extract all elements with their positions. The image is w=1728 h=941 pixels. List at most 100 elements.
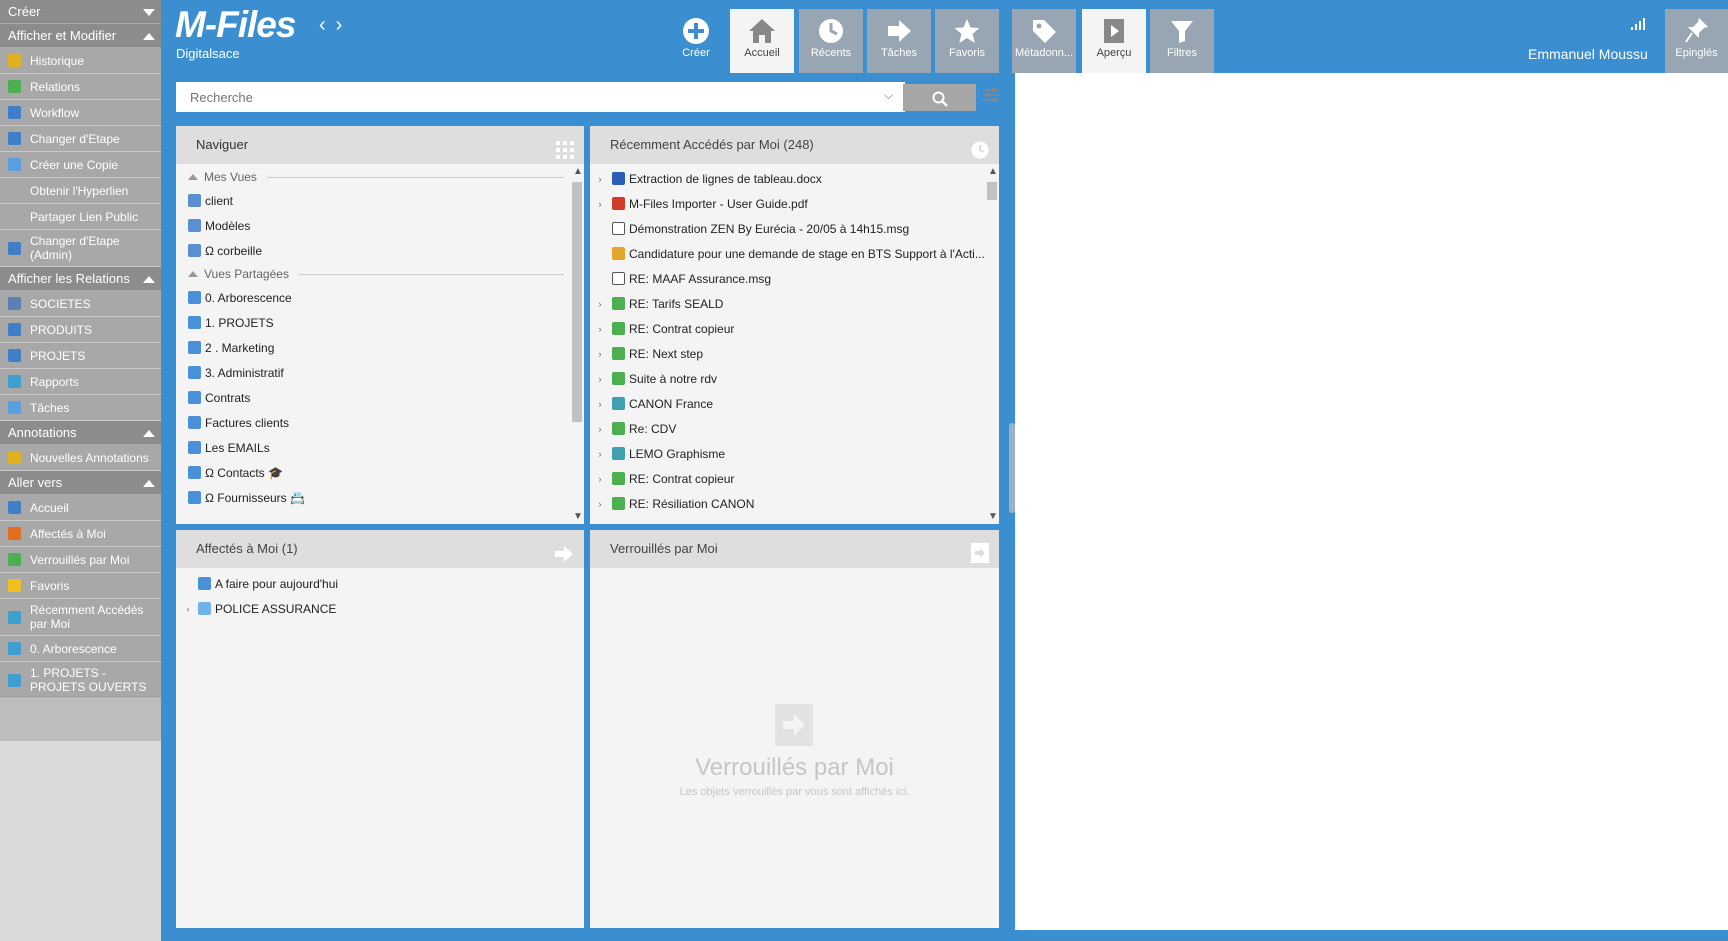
sidebar-section-header[interactable]: Afficher et Modifier <box>0 24 161 48</box>
sidebar-item-label: Obtenir l'Hyperlien <box>30 183 129 198</box>
view-item[interactable]: 0. Arborescence <box>176 285 584 310</box>
scrollbar-thumb[interactable] <box>572 182 582 422</box>
view-item[interactable]: Les EMAILs <box>176 435 584 460</box>
expand-chevron-icon[interactable]: › <box>594 199 606 209</box>
sidebar-item[interactable]: Nouvelles Annotations <box>0 445 161 471</box>
sidebar-section-header[interactable]: Annotations <box>0 421 161 445</box>
sidebar-item[interactable]: Accueil <box>0 495 161 521</box>
recent-item[interactable]: › RE: Next step <box>590 341 999 366</box>
recent-item[interactable]: › CANON France <box>590 391 999 416</box>
pinned-button[interactable]: Epinglés <box>1665 9 1728 73</box>
arrow-right-icon[interactable] <box>554 540 574 578</box>
tab-filters[interactable]: Filtres <box>1150 9 1214 73</box>
sidebar-item[interactable]: Récemment Accédés par Moi <box>0 599 161 636</box>
sidebar-item[interactable]: 0. Arborescence <box>0 636 161 662</box>
recent-item[interactable]: › RE: Tarifs SEALD <box>590 291 999 316</box>
view-item[interactable]: Contrats <box>176 385 584 410</box>
sidebar-item[interactable]: Créer une Copie <box>0 152 161 178</box>
expand-chevron-icon[interactable]: › <box>594 424 606 434</box>
user-name[interactable]: Emmanuel Moussu <box>1528 46 1648 62</box>
sidebar-item[interactable]: Historique <box>0 48 161 74</box>
sidebar-section-label: Afficher et Modifier <box>8 28 117 43</box>
tab-tasks[interactable]: Tâches <box>867 9 931 73</box>
tab-recent[interactable]: Récents <box>799 9 863 73</box>
expand-chevron-icon[interactable]: › <box>182 604 194 614</box>
expand-chevron-icon[interactable]: › <box>594 299 606 309</box>
recent-item[interactable]: › Re: CDV <box>590 416 999 441</box>
sidebar-item[interactable]: Changer d'Etape <box>0 126 161 152</box>
view-item[interactable]: 1. PROJETS <box>176 310 584 335</box>
tab-favorites[interactable]: Favoris <box>935 9 999 73</box>
search-button[interactable] <box>903 84 976 111</box>
sidebar-item[interactable]: Obtenir l'Hyperlien <box>0 178 161 204</box>
recent-item[interactable]: Candidature pour une demande de stage en… <box>590 241 999 266</box>
expand-chevron-icon[interactable]: › <box>594 474 606 484</box>
sidebar-item[interactable]: 1. PROJETS - PROJETS OUVERTS <box>0 662 161 699</box>
recent-item[interactable]: Démonstration ZEN By Eurécia - 20/05 à 1… <box>590 216 999 241</box>
view-item[interactable]: Ω Contacts 🎓 <box>176 460 584 485</box>
recent-item[interactable]: › M-Files Importer - User Guide.pdf <box>590 191 999 216</box>
checked-out-icon[interactable] <box>971 540 989 578</box>
expand-chevron-icon[interactable]: › <box>594 499 606 509</box>
vault-name[interactable]: Digitalsace <box>176 46 240 61</box>
expand-chevron-icon[interactable]: › <box>594 399 606 409</box>
view-item[interactable]: Ω Fournisseurs 📇 <box>176 485 584 510</box>
forward-arrow-icon[interactable]: › <box>336 14 343 36</box>
expand-chevron-icon[interactable]: › <box>594 349 606 359</box>
assigned-item[interactable]: A faire pour aujourd'hui <box>176 571 584 596</box>
tab-preview[interactable]: Aperçu <box>1082 9 1146 73</box>
sidebar-item[interactable]: SOCIETES <box>0 291 161 317</box>
expand-chevron-icon[interactable]: › <box>594 449 606 459</box>
create-section-header[interactable]: Créer <box>0 0 161 24</box>
shared-views-group[interactable]: Vues Partagées <box>176 263 584 285</box>
recent-item[interactable]: RE: MAAF Assurance.msg <box>590 266 999 291</box>
sidebar-item[interactable]: PRODUITS <box>0 317 161 343</box>
sidebar-item[interactable]: Rapports <box>0 369 161 395</box>
sidebar-item[interactable]: Affectés à Moi <box>0 521 161 547</box>
view-item[interactable]: 2 . Marketing <box>176 335 584 360</box>
view-item[interactable]: client <box>176 188 584 213</box>
expand-chevron-icon[interactable]: › <box>594 374 606 384</box>
view-item[interactable]: 3. Administratif <box>176 360 584 385</box>
scroll-down-icon[interactable]: ▼ <box>988 511 998 522</box>
recent-item[interactable]: › RE: Résiliation CANON <box>590 491 999 516</box>
change-state-icon <box>8 132 21 145</box>
sidebar-section-header[interactable]: Afficher les Relations <box>0 267 161 291</box>
sidebar-section-header[interactable]: Aller vers <box>0 471 161 495</box>
sidebar-item[interactable]: Partager Lien Public <box>0 204 161 230</box>
recent-item[interactable]: › LEMO Graphisme <box>590 441 999 466</box>
recent-item[interactable]: › Extraction de lignes de tableau.docx <box>590 166 999 191</box>
search-input[interactable] <box>176 82 905 112</box>
expand-chevron-icon[interactable]: › <box>594 174 606 184</box>
recent-item[interactable]: › Suite à notre rdv <box>590 366 999 391</box>
sidebar-item[interactable]: PROJETS <box>0 343 161 369</box>
recent-item[interactable]: › RE: Contrat copieur <box>590 466 999 491</box>
assigned-item[interactable]: › POLICE ASSURANCE <box>176 596 584 621</box>
back-arrow-icon[interactable]: ‹ <box>319 14 326 36</box>
navigate-scrollbar[interactable]: ▲ ▼ <box>570 164 584 524</box>
scroll-down-icon[interactable]: ▼ <box>573 511 583 522</box>
tab-home[interactable]: Accueil <box>730 9 794 73</box>
scrollbar-thumb[interactable] <box>987 182 997 200</box>
view-item[interactable]: Factures clients <box>176 410 584 435</box>
view-item[interactable]: Ω corbeille <box>176 238 584 263</box>
sidebar-item[interactable]: Favoris <box>0 573 161 599</box>
sidebar-item[interactable]: Verrouillés par Moi <box>0 547 161 573</box>
my-views-group[interactable]: Mes Vues <box>176 166 584 188</box>
tab-metadata[interactable]: Métadonn... <box>1012 9 1076 73</box>
scroll-up-icon[interactable]: ▲ <box>988 166 998 177</box>
sidebar-item[interactable]: Changer d'Etape (Admin) <box>0 230 161 267</box>
create-button[interactable]: Créer <box>664 9 728 73</box>
search-options-icon[interactable] <box>979 84 1003 111</box>
assigned-pane-header: Affectés à Moi (1) <box>176 530 584 568</box>
recent-scrollbar[interactable]: ▲ ▼ <box>985 164 999 524</box>
recent-item[interactable]: › RE: Contrat copieur <box>590 316 999 341</box>
expand-chevron-icon[interactable]: › <box>594 324 606 334</box>
scroll-up-icon[interactable]: ▲ <box>573 166 583 177</box>
sidebar-item[interactable]: Workflow <box>0 100 161 126</box>
view-item[interactable]: Modèles <box>176 213 584 238</box>
create-section-label: Créer <box>8 4 41 19</box>
sidebar-item[interactable]: Tâches <box>0 395 161 421</box>
search-dropdown-icon[interactable]: ⌵ <box>884 88 893 103</box>
sidebar-item[interactable]: Relations <box>0 74 161 100</box>
